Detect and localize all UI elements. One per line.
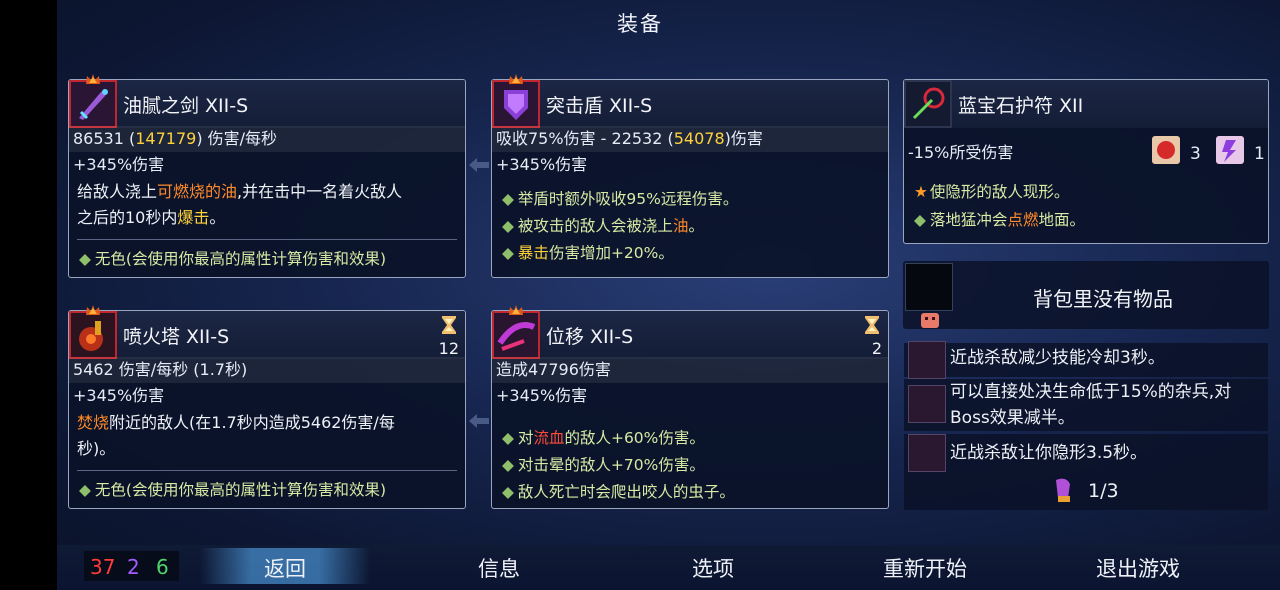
options-button[interactable]: 选项: [692, 553, 734, 583]
crown-icon: [86, 305, 100, 315]
weapon1-card[interactable]: 油腻之剑 XII-S 86531 (147179) 伤害/每秒 +345%伤害 …: [68, 79, 466, 278]
mutation-count: 1/3: [1088, 480, 1119, 502]
restart-button[interactable]: 重新开始: [883, 553, 967, 583]
amulet-name: 蓝宝石护符 XII: [958, 95, 1084, 117]
mutation-slot-icon: [1056, 478, 1070, 502]
skill2-mod2: ◆ 对击晕的敌人+70%伤害。: [502, 456, 705, 474]
weapon2-card[interactable]: 突击盾 XII-S 吸收75%伤害 - 22532 (54078)伤害 +345…: [491, 79, 889, 278]
turret-icon: [69, 311, 117, 359]
mutation-invisibility-icon: [908, 434, 946, 472]
skill1-name: 喷火塔 XII-S: [123, 326, 230, 348]
skill1-bonus: +345%伤害: [73, 386, 165, 405]
weapon2-bonus: +345%伤害: [496, 155, 588, 174]
scroll-tactics-icon: [1216, 136, 1244, 164]
stat-tactics: 2: [127, 555, 140, 579]
mutation-text: 近战杀敌让你隐形3.5秒。: [950, 443, 1148, 463]
weapon1-affix: ◆ 无色(会使用你最高的属性计算伤害和效果): [79, 250, 387, 268]
weapon2-mod1: ◆ 举盾时额外吸收95%远程伤害。: [502, 190, 739, 208]
backpack-slot[interactable]: [905, 263, 953, 311]
hourglass-icon: [442, 316, 456, 334]
amulet-mod2: ◆ 落地猛冲会点燃地面。: [914, 211, 1085, 229]
skill1-cooldown: 12: [438, 339, 459, 358]
scroll-brutality-count: 3: [1190, 144, 1201, 164]
weapon1-name: 油腻之剑 XII-S: [123, 95, 249, 117]
skill2-name: 位移 XII-S: [546, 326, 634, 348]
skill1-separator: [77, 470, 457, 471]
mutation-item[interactable]: 近战杀敌减少技能冷却3秒。: [904, 341, 1268, 379]
mutation-text: 近战杀敌减少技能冷却3秒。: [950, 348, 1165, 368]
skill2-stat: 造成47796伤害: [492, 357, 888, 383]
weapon1-dps: 86531 (147179) 伤害/每秒: [69, 126, 465, 152]
amulet-card[interactable]: 蓝宝石护符 XII -15%所受伤害 3 1 ★ 使隐形的敌人现形。 ◆ 落地猛冲会…: [903, 79, 1269, 244]
quit-button[interactable]: 退出游戏: [1096, 553, 1180, 583]
stat-brutality: 37: [90, 555, 116, 579]
skill1-affix: ◆ 无色(会使用你最高的属性计算伤害和效果): [79, 481, 387, 499]
skill2-mod3: ◆ 敌人死亡时会爬出咬人的虫子。: [502, 483, 735, 501]
skill1-desc: 焚烧附近的敌人(在1.7秒内造成5462伤害/每 秒)。: [77, 413, 395, 458]
dash-icon: [492, 311, 540, 359]
backpack-panel[interactable]: 背包里没有物品: [903, 261, 1269, 329]
hourglass-icon: [865, 316, 879, 334]
mutation-cooldown-icon: [908, 341, 946, 379]
mutation-item[interactable]: 可以直接处决生命低于15%的杂兵,对 Boss效果减半。: [904, 379, 1268, 431]
screen-edge: [0, 0, 57, 590]
weapon2-mod3: ◆ 暴击伤害增加+20%。: [502, 244, 674, 262]
mutation-item[interactable]: 近战杀敌让你隐形3.5秒。 1/3: [904, 434, 1268, 510]
weapon2-name: 突击盾 XII-S: [546, 95, 653, 117]
amulet-icon: [904, 80, 952, 128]
crown-icon: [509, 74, 523, 84]
crown-icon: [509, 305, 523, 315]
weapon1-desc: 给敌人浇上可燃烧的油,并在击中一名着火敌人 之后的10秒内爆击。: [77, 182, 403, 227]
backpack-icon: [921, 313, 939, 328]
sword-icon: [69, 80, 117, 128]
skill1-card[interactable]: 喷火塔 XII-S 12 5462 伤害/每秒 (1.7秒) +345%伤害 焚…: [68, 310, 466, 509]
info-button[interactable]: 信息: [478, 553, 520, 583]
weapon2-stat: 吸收75%伤害 - 22532 (54078)伤害: [492, 126, 888, 152]
weapon1-separator: [77, 239, 457, 240]
mutation-text: 可以直接处决生命低于15%的杂兵,对 Boss效果减半。: [950, 382, 1232, 428]
skill2-bonus: +345%伤害: [496, 386, 588, 405]
skill2-card[interactable]: 位移 XII-S 2 造成47796伤害 +345%伤害 ◆ 对流血的敌人+60%…: [491, 310, 889, 509]
crown-icon: [86, 74, 100, 84]
swap-arrow-icon: [469, 158, 489, 172]
mutation-execute-icon: [908, 385, 946, 423]
skill2-mod1: ◆ 对流血的敌人+60%伤害。: [502, 429, 705, 447]
swap-arrow-icon: [469, 414, 489, 428]
amulet-mod1: ★ 使隐形的敌人现形。: [914, 183, 1070, 201]
page-title: 装备: [617, 12, 663, 36]
scroll-brutality-icon: [1152, 136, 1180, 164]
backpack-empty-label: 背包里没有物品: [1033, 287, 1173, 311]
weapon1-bonus: +345%伤害: [73, 155, 165, 174]
skill2-cooldown: 2: [871, 339, 882, 358]
weapon2-mod2: ◆ 被攻击的敌人会被浇上油。: [502, 217, 704, 235]
shield-icon: [492, 80, 540, 128]
back-button[interactable]: 返回: [264, 553, 306, 583]
scroll-tactics-count: 1: [1254, 144, 1265, 164]
stat-survival: 6: [156, 555, 169, 579]
skill1-stat: 5462 伤害/每秒 (1.7秒): [69, 357, 465, 383]
